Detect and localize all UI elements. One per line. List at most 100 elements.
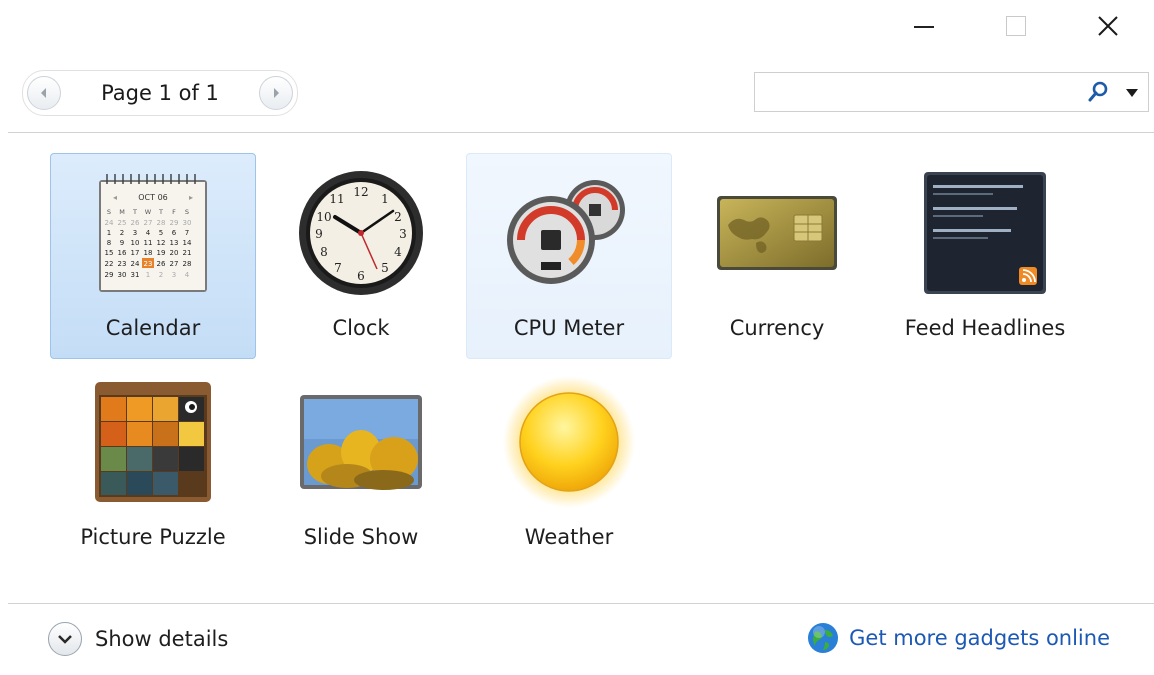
svg-text:7: 7 (185, 229, 189, 237)
svg-text:21: 21 (183, 249, 192, 257)
gadget-label: CPU Meter (513, 316, 625, 340)
page-indicator: Page 1 of 1 (101, 81, 219, 105)
svg-text:18: 18 (144, 249, 153, 257)
svg-text:3: 3 (133, 229, 137, 237)
next-page-button[interactable] (259, 76, 293, 110)
search-icon[interactable] (1086, 80, 1110, 104)
svg-text:24: 24 (105, 219, 114, 227)
svg-text:28: 28 (157, 219, 166, 227)
svg-text:28: 28 (183, 260, 192, 268)
svg-text:29: 29 (105, 271, 114, 279)
svg-text:5: 5 (381, 261, 389, 275)
close-icon (1098, 16, 1118, 36)
svg-text:10: 10 (131, 239, 140, 247)
feed-headlines-icon (915, 168, 1055, 298)
svg-text:5: 5 (159, 229, 163, 237)
maximize-icon (1006, 16, 1026, 36)
svg-text:24: 24 (131, 260, 140, 268)
minimize-button[interactable] (878, 0, 970, 52)
window-controls (878, 0, 1154, 52)
gadget-label: Slide Show (303, 525, 419, 549)
svg-text:4: 4 (185, 271, 190, 279)
svg-text:1: 1 (381, 192, 389, 206)
gadget-weather[interactable]: Weather (466, 362, 672, 568)
svg-text:6: 6 (357, 269, 365, 283)
svg-text:T: T (132, 208, 137, 216)
svg-text:27: 27 (144, 219, 153, 227)
gadget-label: Feed Headlines (904, 316, 1066, 340)
search-dropdown-icon[interactable] (1126, 89, 1138, 97)
svg-text:7: 7 (334, 261, 342, 275)
svg-text:2: 2 (159, 271, 163, 279)
picture-puzzle-icon (83, 377, 223, 507)
gadget-feed-headlines[interactable]: Feed Headlines (882, 153, 1088, 359)
svg-text:23: 23 (118, 260, 127, 268)
svg-text:17: 17 (131, 249, 140, 257)
close-button[interactable] (1062, 0, 1154, 52)
show-details-label[interactable]: Show details (95, 627, 228, 651)
minimize-icon (914, 26, 934, 28)
svg-text:31: 31 (131, 271, 140, 279)
svg-text:3: 3 (172, 271, 176, 279)
svg-text:14: 14 (183, 239, 192, 247)
gadget-picture-puzzle[interactable]: Picture Puzzle (50, 362, 256, 568)
gadget-label: Picture Puzzle (80, 525, 226, 549)
previous-page-button[interactable] (27, 76, 61, 110)
svg-text:30: 30 (118, 271, 127, 279)
svg-text:25: 25 (118, 219, 127, 227)
gadget-label: Weather (524, 525, 614, 549)
svg-text:22: 22 (105, 260, 114, 268)
show-details[interactable]: Show details (48, 622, 228, 656)
calendar-highlight-day: 23 (144, 260, 153, 268)
search-box[interactable] (754, 72, 1149, 112)
svg-text:▸: ▸ (189, 193, 193, 202)
svg-text:3: 3 (399, 227, 407, 241)
svg-text:19: 19 (157, 249, 166, 257)
currency-icon (707, 168, 847, 298)
svg-text:1: 1 (107, 229, 111, 237)
get-more-gadgets[interactable]: Get more gadgets online (807, 622, 1110, 654)
clock-icon: 12 1 2 3 4 5 6 7 8 9 10 11 (291, 168, 431, 298)
globe-icon (808, 623, 839, 653)
svg-text:6: 6 (172, 229, 177, 237)
gadget-label: Calendar (105, 316, 201, 340)
gadget-slide-show[interactable]: Slide Show (258, 362, 464, 568)
gadget-cpu-meter[interactable]: CPU Meter (466, 153, 672, 359)
svg-text:9: 9 (120, 239, 124, 247)
svg-text:8: 8 (107, 239, 111, 247)
svg-text:27: 27 (170, 260, 179, 268)
gadget-currency[interactable]: Currency (674, 153, 880, 359)
gadget-clock[interactable]: 12 1 2 3 4 5 6 7 8 9 10 11 Clock (258, 153, 464, 359)
left-arrow-icon (41, 88, 46, 98)
cpu-meter-icon (499, 168, 639, 298)
svg-text:30: 30 (183, 219, 192, 227)
svg-text:W: W (145, 208, 152, 216)
pager: Page 1 of 1 (22, 70, 298, 116)
svg-text:T: T (158, 208, 163, 216)
svg-text:4: 4 (146, 229, 151, 237)
right-arrow-icon (274, 88, 279, 98)
chevron-down-icon (58, 635, 72, 644)
maximize-button[interactable] (970, 0, 1062, 52)
svg-text:F: F (172, 208, 176, 216)
calendar-month: OCT 06 (138, 193, 168, 202)
svg-text:M: M (119, 208, 125, 216)
get-more-gadgets-link[interactable]: Get more gadgets online (849, 626, 1110, 650)
gadget-calendar[interactable]: OCT 06 ◂ ▸ SMTWTFS 24 25 26 27 28 29 30 123456… (50, 153, 256, 359)
svg-text:12: 12 (353, 185, 368, 199)
svg-text:◂: ◂ (113, 193, 117, 202)
svg-text:S: S (185, 208, 189, 216)
svg-text:2: 2 (394, 210, 402, 224)
svg-text:20: 20 (170, 249, 179, 257)
svg-text:2: 2 (120, 229, 124, 237)
bottom-divider (8, 603, 1154, 604)
svg-text:1: 1 (146, 271, 150, 279)
expand-button[interactable] (48, 622, 82, 656)
svg-text:12: 12 (157, 239, 166, 247)
gadget-label: Clock (332, 316, 390, 340)
svg-text:9: 9 (315, 227, 323, 241)
svg-text:10: 10 (316, 210, 331, 224)
top-divider (8, 132, 1154, 133)
svg-text:11: 11 (144, 239, 153, 247)
calendar-icon: OCT 06 ◂ ▸ SMTWTFS 24 25 26 27 28 29 30 123456… (83, 168, 223, 298)
